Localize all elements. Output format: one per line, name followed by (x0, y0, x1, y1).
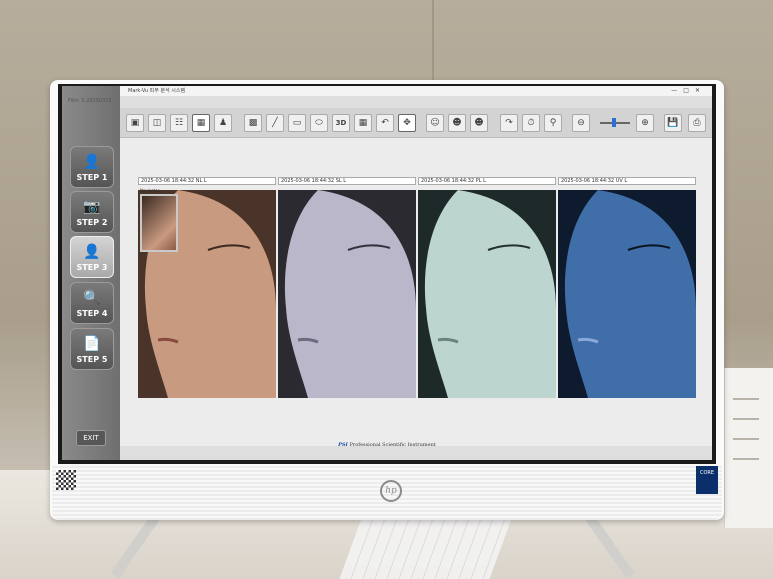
zoom-out-icon[interactable]: ⊖ (572, 114, 590, 132)
report-icon: 📄 (83, 336, 101, 352)
monitor-screen: 👤 STEP 1 📷 STEP 2 👤 STEP 3 🔍 STEP 4 📄 ST… (62, 86, 712, 460)
navigator-label: Navigator (140, 188, 160, 193)
hp-logo: hp (380, 480, 402, 502)
quad-view-icon[interactable]: ▦ (192, 114, 210, 132)
face-photo (278, 190, 416, 398)
face-right-icon[interactable]: ☻ (470, 114, 488, 132)
panel-2-header[interactable]: 2025-03-06 18:44:32 SL L (278, 177, 416, 185)
panel-mode: UV (615, 178, 623, 184)
image-icon[interactable]: ▩ (244, 114, 262, 132)
photo-polarized-light[interactable] (418, 190, 556, 398)
add-user-icon: 👤 (83, 154, 101, 170)
move-icon[interactable]: ✥ (398, 114, 416, 132)
footer-brand: PSI Professional Scientific Instrument (62, 442, 712, 448)
wall-seam (432, 0, 434, 90)
step-3-button[interactable]: 👤 STEP 3 (70, 236, 114, 278)
save-icon[interactable]: 💾 (664, 114, 682, 132)
window-titlebar: Mark-Vu 피부 분석 시스템 —□✕ (120, 86, 712, 96)
zoom-slider-knob[interactable] (612, 118, 616, 127)
window-controls[interactable]: —□✕ (671, 86, 706, 96)
dual-view-icon[interactable]: ◫ (148, 114, 166, 132)
panel-timestamp: 2025-03-06 18:44:32 (421, 178, 475, 184)
step-1-button[interactable]: 👤 STEP 1 (70, 146, 114, 188)
photo-uv-light[interactable] (558, 190, 696, 398)
step-2-button[interactable]: 📷 STEP 2 (70, 191, 114, 233)
step-sidebar: 👤 STEP 1 📷 STEP 2 👤 STEP 3 🔍 STEP 4 📄 ST… (62, 86, 120, 460)
face-photo (558, 190, 696, 398)
panel-timestamp: 2025-03-06 18:44:32 (561, 178, 615, 184)
step-4-label: STEP 4 (76, 309, 108, 318)
search-grid-icon: 🔍 (83, 290, 101, 306)
panel-1-header[interactable]: 2025-03-06 18:44:32 NL L (138, 177, 276, 185)
qr-sticker (56, 470, 76, 490)
brochure-line (733, 418, 759, 420)
single-view-icon[interactable]: ▣ (126, 114, 144, 132)
print-icon[interactable]: ⎙ (688, 114, 706, 132)
side-brochure (724, 368, 773, 528)
panel-mode: NL (195, 178, 203, 184)
step-5-button[interactable]: 📄 STEP 5 (70, 328, 114, 370)
panel-mode: PL (475, 178, 482, 184)
window-title: Mark-Vu 피부 분석 시스템 (128, 88, 186, 94)
step-5-label: STEP 5 (76, 355, 108, 364)
step-1-label: STEP 1 (76, 173, 108, 182)
undo-icon[interactable]: ↶ (376, 114, 394, 132)
grid-icon[interactable]: ▦ (354, 114, 372, 132)
toolbar: ▣ ◫ ☷ ▦ ♟ ▩ ╱ ▭ ⬭ 3D ▦ ↶ ✥ ☺ ☻ ☻ ↷ ⏱ ⚲ ⊖… (120, 108, 712, 138)
user-icon: 👤 (83, 244, 101, 260)
step-3-label: STEP 3 (76, 263, 108, 272)
panel-timestamp: 2025-03-06 18:44:32 (281, 178, 335, 184)
3d-view-button[interactable]: 3D (332, 114, 350, 132)
person-icon[interactable]: ♟ (214, 114, 232, 132)
ellipse-tool-icon[interactable]: ⬭ (310, 114, 328, 132)
panel-side: L (483, 178, 486, 184)
brochure-line (733, 438, 759, 440)
step-4-button[interactable]: 🔍 STEP 4 (70, 282, 114, 324)
photo-silver-light[interactable] (278, 190, 416, 398)
panel-side: L (343, 178, 347, 184)
user-search-icon[interactable]: ⚲ (544, 114, 562, 132)
film-id: Film: S 20250315 (68, 98, 112, 104)
camera-icon: 📷 (83, 199, 101, 215)
face-left-icon[interactable]: ☻ (448, 114, 466, 132)
panel-side: L (203, 178, 207, 184)
panel-4-header[interactable]: 2025-03-06 18:44:32 UV L (558, 177, 696, 185)
navigator-thumbnail[interactable] (140, 194, 178, 252)
panel-mode: SL (335, 178, 342, 184)
panel-side: L (624, 178, 628, 184)
triple-view-icon[interactable]: ☷ (170, 114, 188, 132)
redo-icon[interactable]: ↷ (500, 114, 518, 132)
face-analysis-icon[interactable]: ☺ (426, 114, 444, 132)
rectangle-tool-icon[interactable]: ▭ (288, 114, 306, 132)
face-photo (418, 190, 556, 398)
brochure-line (733, 398, 759, 400)
panel-timestamp: 2025-03-06 18:44:32 (141, 178, 195, 184)
intel-badge: CORE (696, 466, 718, 494)
timer-icon[interactable]: ⏱ (522, 114, 540, 132)
brand-logo: PSI (338, 442, 348, 448)
step-2-label: STEP 2 (76, 218, 108, 227)
brand-tagline: Professional Scientific Instrument (349, 442, 436, 448)
zoom-in-icon[interactable]: ⊕ (636, 114, 654, 132)
brochure-line (733, 458, 759, 460)
keyboard (339, 520, 511, 579)
line-tool-icon[interactable]: ╱ (266, 114, 284, 132)
panel-3-header[interactable]: 2025-03-06 18:44:32 PL L (418, 177, 556, 185)
